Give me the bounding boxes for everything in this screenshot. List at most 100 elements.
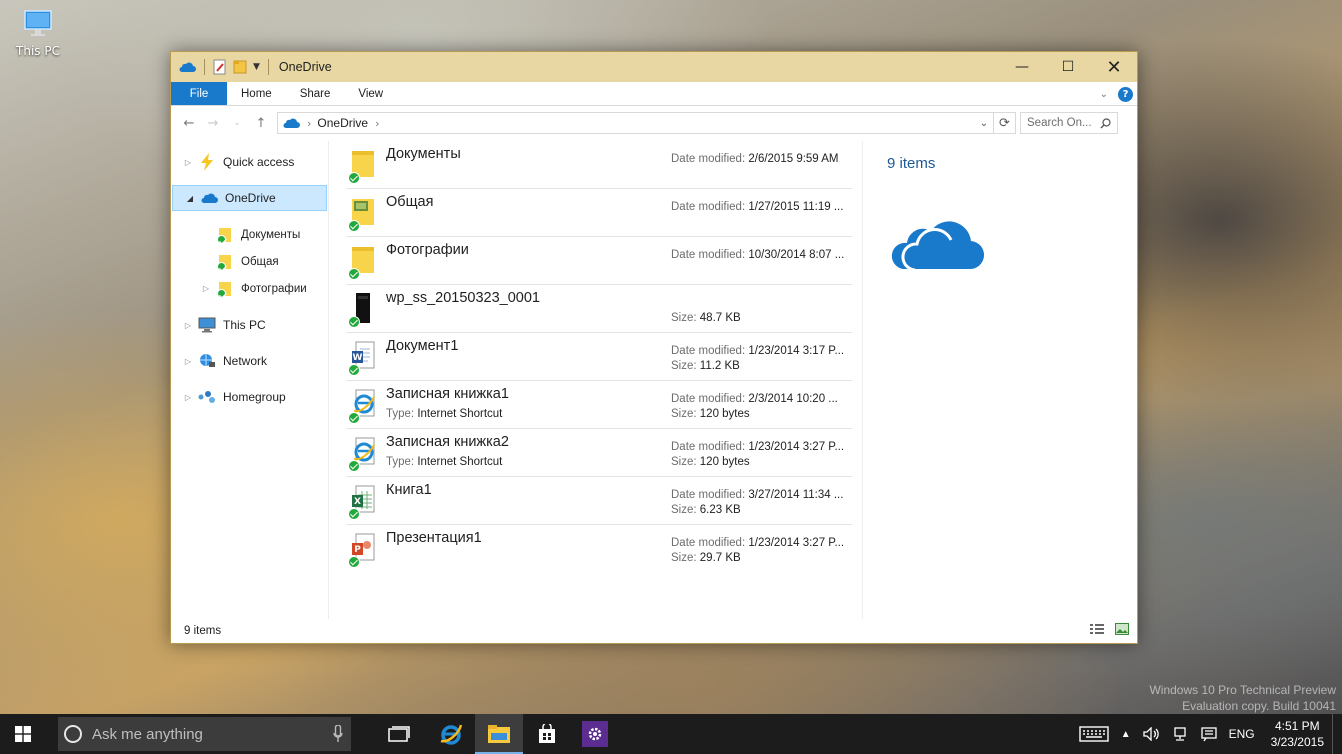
nav-label: Quick access [223,155,295,169]
nav-item-quick-access[interactable]: ▷ Quick access [171,149,328,175]
quick-access-toolbar: ▼ [171,52,271,82]
nav-item-network[interactable]: ▷ Network [171,348,328,374]
minimize-button[interactable]: — [999,52,1045,82]
cortana-search-input[interactable]: Ask me anything [58,717,351,751]
microphone-icon[interactable] [333,725,343,743]
search-input[interactable]: Search On... [1020,112,1118,134]
tab-share[interactable]: Share [286,82,345,105]
qat-dropdown-icon[interactable]: ▼ [253,62,260,72]
tab-home[interactable]: Home [227,82,286,105]
collapse-arrow-icon[interactable]: ◢ [181,194,199,203]
expand-arrow-icon[interactable]: ▷ [179,357,197,366]
taskbar-internet-explorer[interactable] [427,714,475,754]
chevron-right-icon[interactable]: › [307,117,311,130]
windows-logo-icon [15,726,31,742]
language-indicator[interactable]: ENG [1229,727,1255,741]
file-row[interactable]: P Презентация1 Date modified: 1/23/2014 … [346,525,852,573]
expand-arrow-icon[interactable]: ▷ [179,321,197,330]
address-dropdown-icon[interactable]: ⌄ [975,113,993,133]
date-modified: 1/23/2014 3:27 P... [748,441,845,453]
taskbar-file-explorer[interactable] [475,714,523,754]
watermark-line1: Windows 10 Pro Technical Preview [1149,683,1336,697]
nav-item-this-pc[interactable]: ▷ This PC [171,312,328,338]
file-row[interactable]: Документы Date modified: 2/6/2015 9:59 A… [346,141,852,189]
nav-item-onedrive[interactable]: ◢ OneDrive [172,185,327,211]
clock[interactable]: 4:51 PM 3/23/2015 [1271,718,1324,750]
taskbar-settings[interactable] [571,714,619,754]
refresh-button[interactable]: ⟳ [994,112,1016,134]
expand-ribbon-icon[interactable]: ⌄ [1100,89,1108,100]
file-row[interactable]: Записная книжка1 Type: Internet Shortcut… [346,381,852,429]
sync-ok-icon [348,460,360,472]
close-button[interactable]: ✕ [1091,52,1137,82]
nav-item-documents[interactable]: ▷ Документы [171,221,328,248]
nav-item-shared[interactable]: ▷ Общая [171,248,328,275]
type-label: Type: [386,408,415,420]
expand-arrow-icon[interactable]: ▷ [179,158,197,167]
navigation-pane: ▷ Quick access ◢ OneDrive ▷ Документы ▷ … [171,141,329,619]
up-button[interactable]: ↑ [249,111,273,135]
tab-view[interactable]: View [344,82,397,105]
tab-file[interactable]: File [171,82,227,105]
svg-text:P: P [354,545,361,555]
size-label: Size: [671,552,697,564]
forward-button[interactable]: → [201,111,225,135]
file-row[interactable]: W Документ1 Date modified: 1/23/2014 3:1… [346,333,852,381]
onedrive-cloud-icon [179,62,196,72]
taskbar: Ask me anything ▲ ENG 4:51 PM 3/23/2015 [0,714,1342,754]
show-hidden-icons-icon[interactable]: ▲ [1121,729,1131,740]
file-row[interactable]: Общая Date modified: 1/27/2015 11:19 ... [346,189,852,237]
taskbar-task-view[interactable] [375,714,423,754]
maximize-button[interactable]: ☐ [1045,52,1091,82]
touch-keyboard-icon[interactable] [1078,726,1109,742]
nav-label: Документы [241,228,301,241]
large-icons-view-icon[interactable] [1115,623,1129,635]
nav-label: OneDrive [225,191,276,205]
nav-item-homegroup[interactable]: ▷ Homegroup [171,384,328,410]
new-folder-icon[interactable] [233,59,247,75]
network-icon [200,354,215,367]
file-name: Документы [386,146,461,162]
start-button[interactable] [0,714,46,754]
expand-arrow-icon[interactable]: ▷ [197,284,215,293]
date-label: Date modified: [671,489,746,501]
file-name: Презентация1 [386,530,482,546]
task-view-icon [388,726,410,742]
details-view-icon[interactable] [1089,623,1105,635]
svg-text:X: X [354,497,361,507]
expand-arrow-icon[interactable]: ▷ [179,393,197,402]
file-size: 120 bytes [699,408,750,420]
nav-label: Homegroup [223,390,286,404]
onedrive-cloud-icon [283,118,300,128]
file-row[interactable]: Фотографии Date modified: 10/30/2014 8:0… [346,237,852,285]
breadcrumb-onedrive[interactable]: OneDrive [317,116,368,130]
action-center-icon[interactable] [1200,726,1217,742]
file-name: Записная книжка1 [386,386,509,402]
file-explorer-icon [488,725,510,743]
help-button[interactable]: ? [1118,86,1133,102]
size-label: Size: [671,312,697,324]
recent-locations-icon[interactable]: ⌄ [225,111,249,135]
address-box[interactable]: › OneDrive › ⌄ [277,112,994,134]
file-size: 6.23 KB [699,504,741,516]
file-size: 29.7 KB [699,552,741,564]
date-modified: 10/30/2014 8:07 ... [748,249,845,261]
nav-item-photos[interactable]: ▷ Фотографии [171,275,328,302]
properties-icon[interactable] [213,59,227,75]
sync-ok-icon [217,234,226,244]
sync-ok-icon [348,556,360,568]
taskbar-store[interactable] [523,714,571,754]
title-bar[interactable]: ▼ OneDrive — ☐ ✕ [171,52,1137,82]
volume-icon[interactable] [1142,727,1161,741]
file-row[interactable]: X Книга1 Date modified: 3/27/2014 11:34 … [346,477,852,525]
show-desktop-button[interactable] [1332,714,1342,754]
sync-ok-icon [217,261,226,271]
file-row[interactable]: wp_ss_20150323_0001 Size: 48.7 KB [346,285,852,333]
desktop-this-pc-icon[interactable]: This PC [14,8,62,58]
chevron-right-icon[interactable]: › [375,117,379,130]
status-item-count: 9 items [184,625,222,637]
back-button[interactable]: ← [177,111,201,135]
file-row[interactable]: Записная книжка2 Type: Internet Shortcut… [346,429,852,477]
network-status-icon[interactable] [1173,726,1189,742]
type-label: Type: [386,456,415,468]
